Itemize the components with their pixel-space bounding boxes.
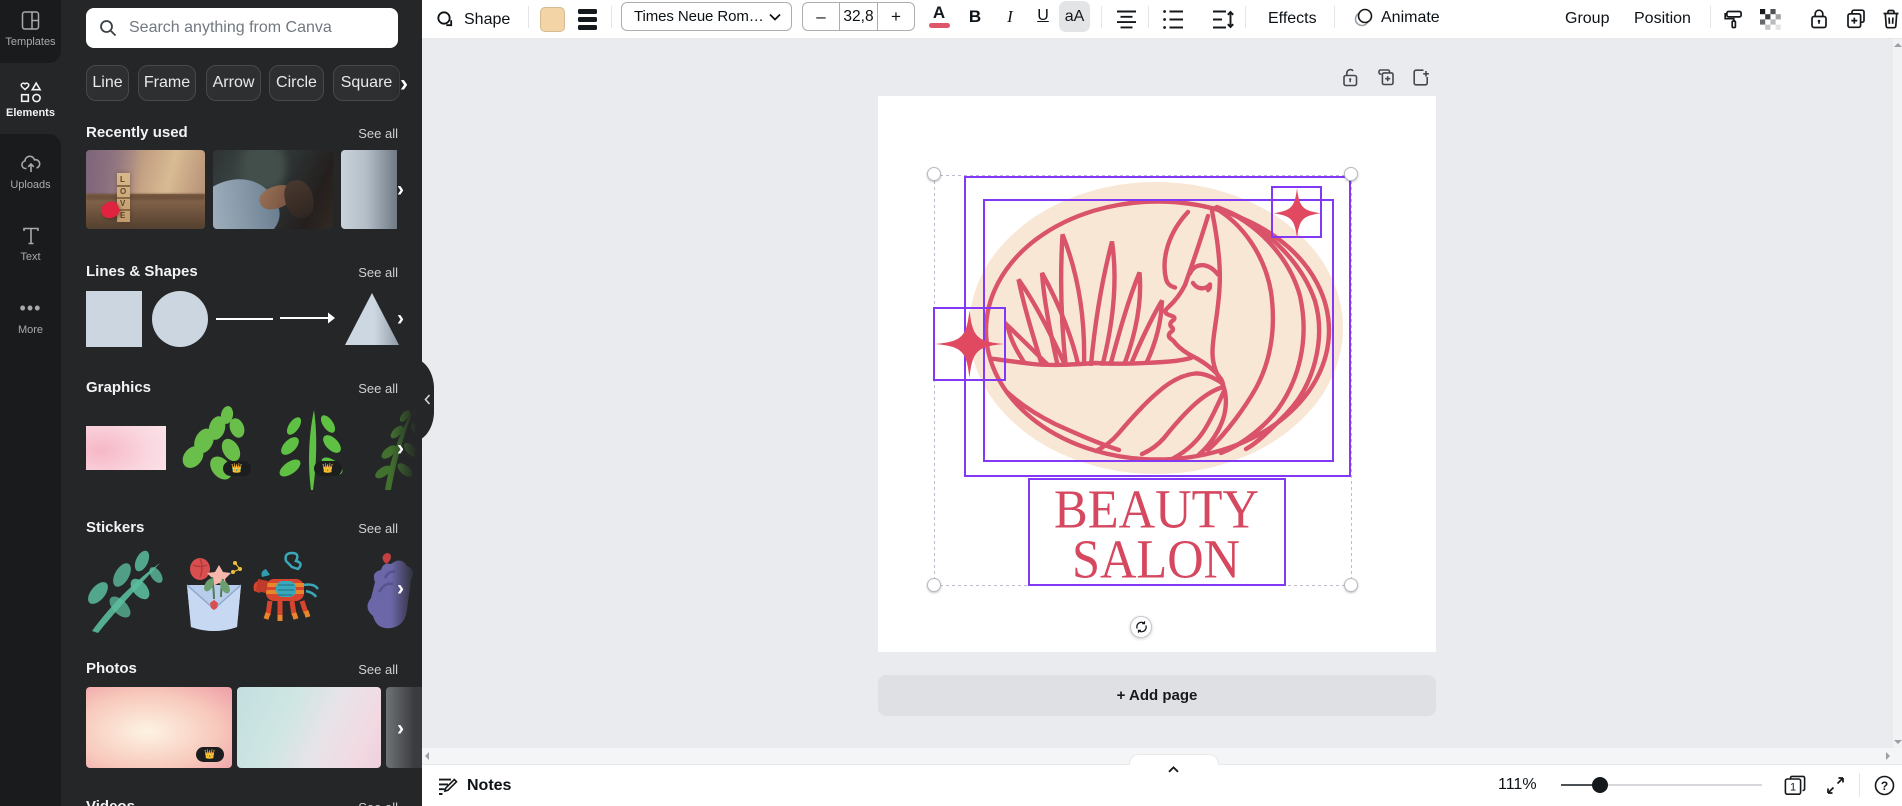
svg-text:?: ? bbox=[1881, 779, 1888, 793]
svg-text:1: 1 bbox=[1790, 782, 1796, 794]
